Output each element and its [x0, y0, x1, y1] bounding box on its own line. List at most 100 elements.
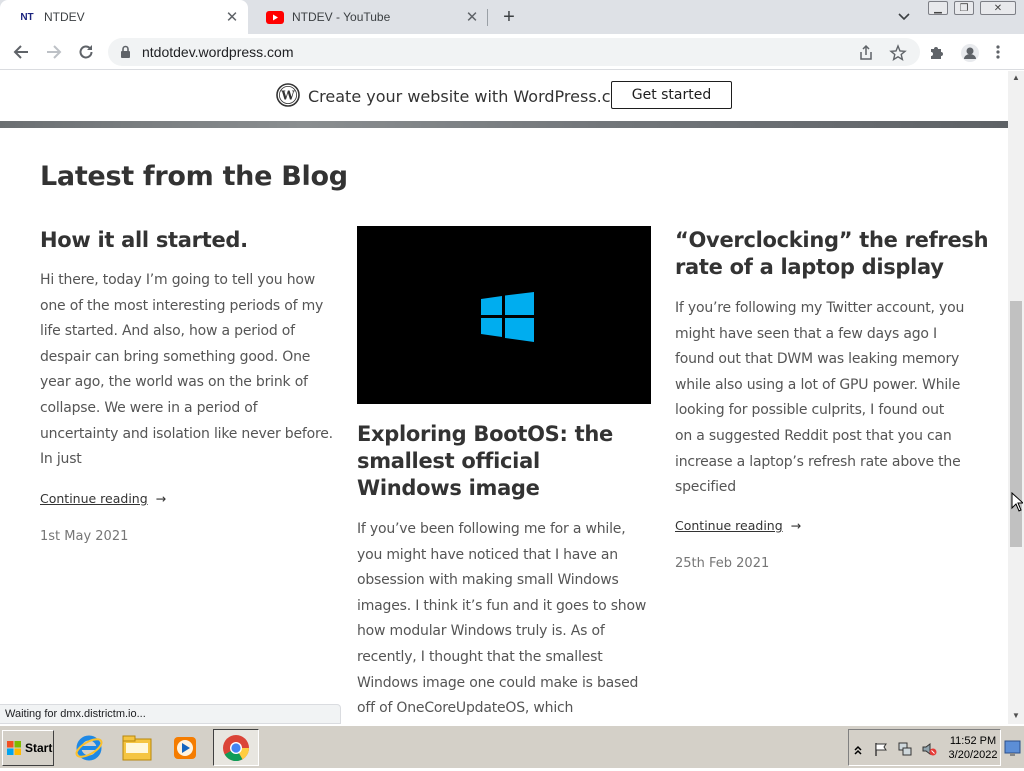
- page-viewport: W Create your website with WordPress.com…: [0, 71, 1008, 724]
- back-arrow-icon[interactable]: [9, 40, 33, 64]
- post-excerpt: Hi there, today I’m going to tell you ho…: [40, 268, 340, 473]
- excerpt-line: you might have noticed that I have an: [357, 546, 618, 563]
- excerpt-line: increase a laptop’s refresh rate above t…: [675, 453, 961, 470]
- forward-arrow-icon[interactable]: [42, 40, 66, 64]
- more-menu-icon[interactable]: [995, 43, 1007, 63]
- tab-ntdev[interactable]: NT NTDEV ✕: [0, 0, 248, 34]
- windows-flag-icon: [6, 740, 22, 756]
- excerpt-line: If you’re following my Twitter account, …: [675, 300, 965, 316]
- arrow-right-icon: →: [790, 518, 802, 533]
- start-label[interactable]: Start: [25, 741, 52, 755]
- post-excerpt: If you’ve been following me for a while,…: [357, 517, 657, 722]
- volume-muted-icon[interactable]: [921, 741, 937, 757]
- url-text[interactable]: ntdotdev.wordpress.com: [142, 44, 293, 60]
- reload-icon[interactable]: [74, 40, 98, 64]
- status-bubble: Waiting for dmx.districtm.io...: [0, 704, 341, 724]
- lock-icon[interactable]: [120, 45, 131, 64]
- action-center-flag-icon[interactable]: [873, 741, 889, 757]
- share-icon[interactable]: [857, 44, 875, 62]
- scroll-up-arrow-icon[interactable]: ▲: [1012, 73, 1020, 82]
- taskbar: Start 11:52 PM 3/20/2022: [0, 725, 1024, 768]
- get-started-button[interactable]: Get started: [611, 81, 732, 109]
- title-line[interactable]: “Overclocking” the refresh: [675, 227, 989, 254]
- media-player-icon[interactable]: [162, 729, 208, 766]
- show-desktop-button[interactable]: [1003, 730, 1022, 766]
- excerpt-line: might have seen that a few days ago I: [675, 325, 937, 342]
- excerpt-line: In just: [40, 451, 82, 468]
- excerpt-line: off of OneCoreUpdateOS, which: [357, 700, 574, 717]
- excerpt-line: Windows image one could make is based: [357, 674, 639, 691]
- title-line[interactable]: smallest official: [357, 448, 613, 475]
- excerpt-line: found out that DWM was leaking memory: [675, 351, 960, 368]
- browser-toolbar: ntdotdev.wordpress.com: [0, 34, 1024, 70]
- wordpress-logo-icon: W: [276, 83, 300, 112]
- restore-button[interactable]: ❐: [954, 1, 974, 15]
- title-line[interactable]: rate of a laptop display: [675, 254, 988, 281]
- tab-youtube[interactable]: NTDEV - YouTube ✕: [248, 0, 488, 34]
- excerpt-line: collapse. We were in a period of: [40, 399, 258, 416]
- bookmark-star-icon[interactable]: [889, 44, 907, 62]
- excerpt-line: despair can bring something good. One: [40, 348, 311, 365]
- arrow-right-icon: →: [155, 491, 167, 506]
- post-thumbnail-windows-logo[interactable]: [357, 226, 651, 404]
- clock-date[interactable]: 3/20/2022: [947, 748, 999, 762]
- excerpt-line: recently, I thought that the smallest: [357, 648, 603, 665]
- tab-divider: [487, 9, 488, 26]
- svg-text:W: W: [280, 89, 295, 103]
- post-title-how-it-all-started[interactable]: How it all started.: [40, 227, 248, 254]
- excerpt-line: year ago, the world was on the brink of: [40, 374, 308, 391]
- tab-search-chevron-icon[interactable]: [894, 8, 914, 26]
- post-title-overclocking-refresh-rate[interactable]: “Overclocking” the refresh rate of a lap…: [675, 227, 989, 281]
- show-hidden-icons-chevron-icon[interactable]: [853, 741, 869, 757]
- section-title: Latest from the Blog: [40, 161, 348, 192]
- excerpt-line: how modular Windows truly is. As of: [357, 623, 605, 640]
- clock-time[interactable]: 11:52 PM: [947, 734, 999, 748]
- wordpress-banner: W Create your website with WordPress.com…: [0, 71, 1008, 121]
- title-line[interactable]: Windows image: [357, 475, 613, 502]
- network-icon[interactable]: [897, 741, 913, 757]
- excerpt-line: on a suggested Reddit post that you can: [675, 427, 952, 444]
- excerpt-line: one of the most interesting periods of m…: [40, 297, 324, 314]
- post-excerpt: If you’re following my Twitter account, …: [675, 296, 995, 501]
- excerpt-line: looking for possible culprits, I found o…: [675, 402, 945, 419]
- close-tab-icon[interactable]: ✕: [222, 7, 242, 27]
- continue-reading-text[interactable]: Continue reading: [40, 491, 148, 506]
- extensions-puzzle-icon[interactable]: [928, 43, 948, 63]
- chrome-taskbar-icon[interactable]: [213, 729, 259, 766]
- tab-title: NTDEV: [44, 10, 85, 24]
- ntdev-favicon-icon: NT: [20, 11, 34, 23]
- tab-strip: NT NTDEV ✕ NTDEV - YouTube ✕ + ▁ ❐ ✕: [0, 0, 1024, 34]
- scroll-down-arrow-icon[interactable]: ▼: [1012, 711, 1020, 720]
- excerpt-line: obsession with making small Windows: [357, 572, 619, 589]
- wordpress-promo-text[interactable]: Create your website with WordPress.com: [308, 87, 636, 106]
- file-explorer-folder-icon[interactable]: [114, 729, 160, 766]
- header-image-strip: [0, 121, 1008, 128]
- address-bar[interactable]: ntdotdev.wordpress.com: [108, 38, 920, 66]
- continue-reading-text[interactable]: Continue reading: [675, 518, 783, 533]
- excerpt-line: Hi there, today I’m going to tell you ho…: [40, 272, 315, 288]
- system-tray: 11:52 PM 3/20/2022: [848, 729, 1001, 766]
- start-button[interactable]: Start: [2, 730, 54, 766]
- profile-avatar-icon[interactable]: [960, 43, 980, 63]
- excerpt-line: life started. And also, how a period of: [40, 323, 295, 340]
- clock[interactable]: 11:52 PM 3/20/2022: [947, 734, 999, 762]
- close-tab-icon[interactable]: ✕: [462, 7, 482, 27]
- excerpt-line: specified: [675, 479, 736, 496]
- continue-reading-link[interactable]: Continue reading →: [675, 518, 801, 533]
- post-date: 1st May 2021: [40, 529, 129, 544]
- youtube-icon: [266, 9, 284, 25]
- title-line[interactable]: Exploring BootOS: the: [357, 421, 613, 448]
- excerpt-line: while also using a lot of GPU power. Whi…: [675, 376, 961, 393]
- close-window-button[interactable]: ✕: [980, 1, 1016, 15]
- post-title-exploring-bootos[interactable]: Exploring BootOS: the smallest official …: [357, 421, 613, 502]
- vertical-scrollbar[interactable]: ▲ ▼: [1008, 71, 1024, 724]
- continue-reading-link[interactable]: Continue reading →: [40, 491, 166, 506]
- excerpt-line: If you’ve been following me for a while,: [357, 521, 626, 537]
- minimize-button[interactable]: ▁: [928, 1, 948, 15]
- windows-logo-icon: [481, 292, 534, 342]
- new-tab-button[interactable]: +: [497, 6, 521, 28]
- internet-explorer-icon[interactable]: [66, 729, 112, 766]
- post-date: 25th Feb 2021: [675, 556, 770, 571]
- excerpt-line: uncertainty and isolation like never bef…: [40, 425, 333, 442]
- excerpt-line: images. I think it’s fun and it goes to …: [357, 597, 647, 614]
